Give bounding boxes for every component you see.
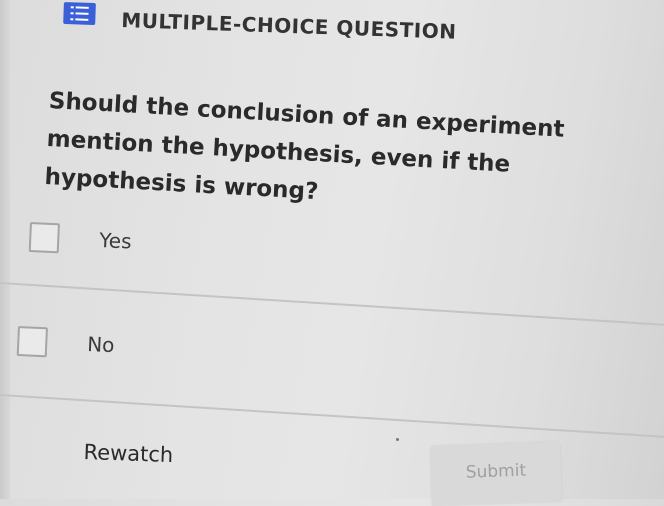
option-label-no: No [86, 332, 115, 358]
checkbox-yes[interactable] [28, 222, 60, 254]
question-header: MULTIPLE-CHOICE QUESTION [62, 0, 624, 80]
option-label-yes: Yes [98, 228, 133, 254]
question-text: Should the conclusion of an experiment m… [43, 87, 566, 206]
question-card: MULTIPLE-CHOICE QUESTION Should the conc… [0, 0, 664, 506]
left-edge [0, 0, 10, 499]
screen-speck [396, 438, 399, 441]
divider [0, 394, 664, 440]
question-type-label: MULTIPLE-CHOICE QUESTION [120, 8, 457, 44]
divider [0, 282, 664, 328]
option-no[interactable]: No [16, 326, 115, 360]
list-icon [63, 1, 96, 26]
submit-button[interactable]: Submit [430, 441, 563, 506]
option-yes[interactable]: Yes [28, 222, 133, 256]
checkbox-no[interactable] [16, 326, 48, 358]
submit-label: Submit [465, 460, 527, 483]
rewatch-button[interactable]: Rewatch [83, 440, 173, 467]
